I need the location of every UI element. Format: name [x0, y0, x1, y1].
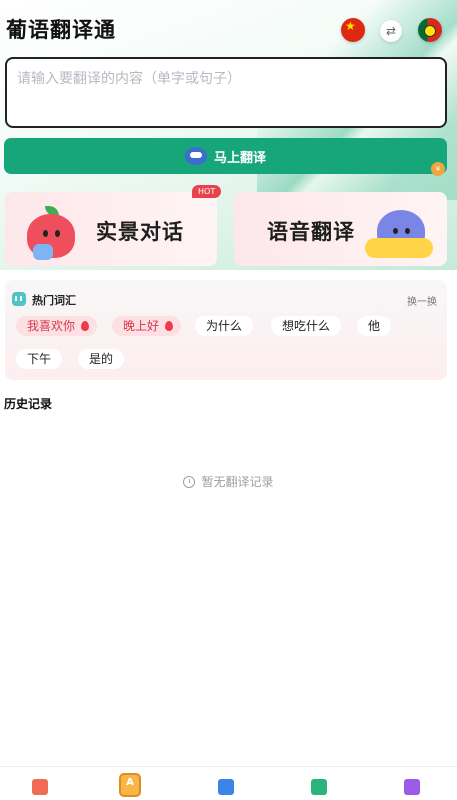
mascot-icon	[184, 147, 207, 165]
tab-notebook[interactable]	[307, 775, 331, 800]
hot-words-title: 热门词汇	[32, 294, 76, 307]
tab-video[interactable]	[28, 775, 52, 800]
notebook-icon	[311, 779, 327, 795]
app-title: 葡语翻译通	[6, 18, 116, 42]
swap-arrows-icon: ⇄	[385, 24, 397, 38]
hot-words-section: 热门词汇 换一换 我喜欢你 晚上好 为什么 想吃什么 他 下午 是的	[5, 280, 447, 380]
hot-word-chip[interactable]: 是的	[78, 349, 125, 369]
video-icon	[32, 779, 48, 795]
hot-words-icon	[12, 292, 26, 306]
history-empty-state: 暂无翻译记录	[0, 473, 457, 490]
translate-button[interactable]: 马上翻译	[4, 138, 447, 174]
octopus-mascot-icon	[365, 210, 435, 264]
apple-mascot-icon	[23, 206, 77, 262]
empty-text: 暂无翻译记录	[201, 475, 274, 489]
hot-badge: HOT	[192, 185, 222, 198]
portugal-flag-icon[interactable]	[418, 18, 442, 42]
refresh-button[interactable]: 换一换	[407, 293, 437, 308]
hot-word-chip[interactable]: 晚上好	[112, 316, 182, 336]
scene-dialog-title: 实景对话	[96, 220, 184, 244]
bottom-tab-bar: A	[0, 766, 457, 800]
hot-word-chip[interactable]: 想吃什么	[271, 316, 342, 336]
translate-input[interactable]	[5, 57, 447, 128]
voice-translate-title: 语音翻译	[267, 220, 355, 244]
hot-word-chip[interactable]: 为什么	[195, 316, 254, 336]
book-icon	[218, 779, 234, 795]
tab-book[interactable]	[214, 775, 238, 800]
hot-word-chip[interactable]: 我喜欢你	[16, 316, 98, 336]
voice-translate-card[interactable]: 语音翻译	[234, 192, 447, 266]
swap-languages-button[interactable]: ⇄	[380, 20, 402, 42]
tab-translate[interactable]: A	[118, 771, 142, 797]
coin-icon[interactable]: ¥	[431, 162, 445, 176]
history-title: 历史记录	[4, 397, 53, 411]
translate-button-label: 马上翻译	[213, 150, 266, 166]
china-flag-icon[interactable]	[341, 18, 365, 42]
hot-word-chip[interactable]: 他	[357, 316, 392, 336]
header: 葡语翻译通 ⇄	[0, 0, 457, 56]
list-icon	[404, 779, 420, 795]
hot-word-chip[interactable]: 下午	[16, 349, 63, 369]
scene-dialog-card[interactable]: 实景对话 HOT	[5, 185, 222, 266]
tab-list[interactable]	[400, 775, 424, 800]
clock-icon	[183, 476, 196, 488]
